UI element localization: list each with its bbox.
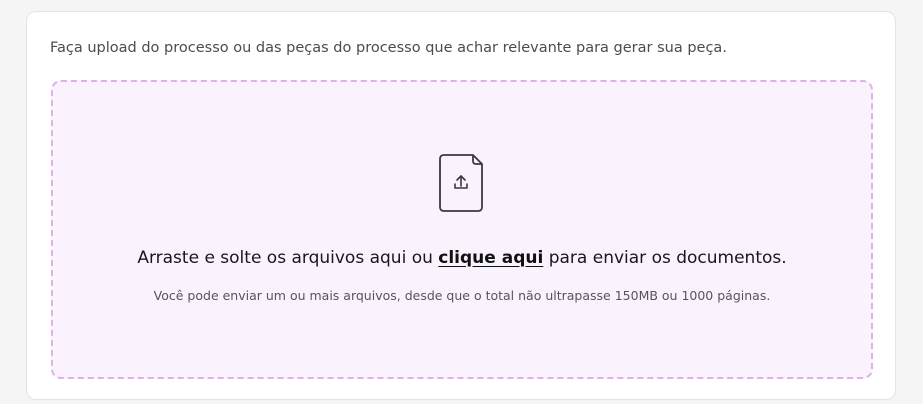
dropzone-text-after: para enviar os documentos. bbox=[543, 248, 787, 268]
upload-card: Faça upload do processo ou das peças do … bbox=[26, 11, 896, 400]
click-here-link[interactable]: clique aqui bbox=[438, 248, 543, 268]
dropzone-text-before: Arraste e solte os arquivos aqui ou bbox=[137, 248, 439, 268]
upload-instructions: Faça upload do processo ou das peças do … bbox=[50, 40, 727, 56]
file-dropzone[interactable]: Arraste e solte os arquivos aqui ou cliq… bbox=[51, 80, 873, 379]
file-upload-icon bbox=[439, 154, 483, 212]
upload-limit-hint: Você pode enviar um ou mais arquivos, de… bbox=[153, 288, 771, 303]
dropzone-instructions: Arraste e solte os arquivos aqui ou cliq… bbox=[53, 248, 871, 268]
